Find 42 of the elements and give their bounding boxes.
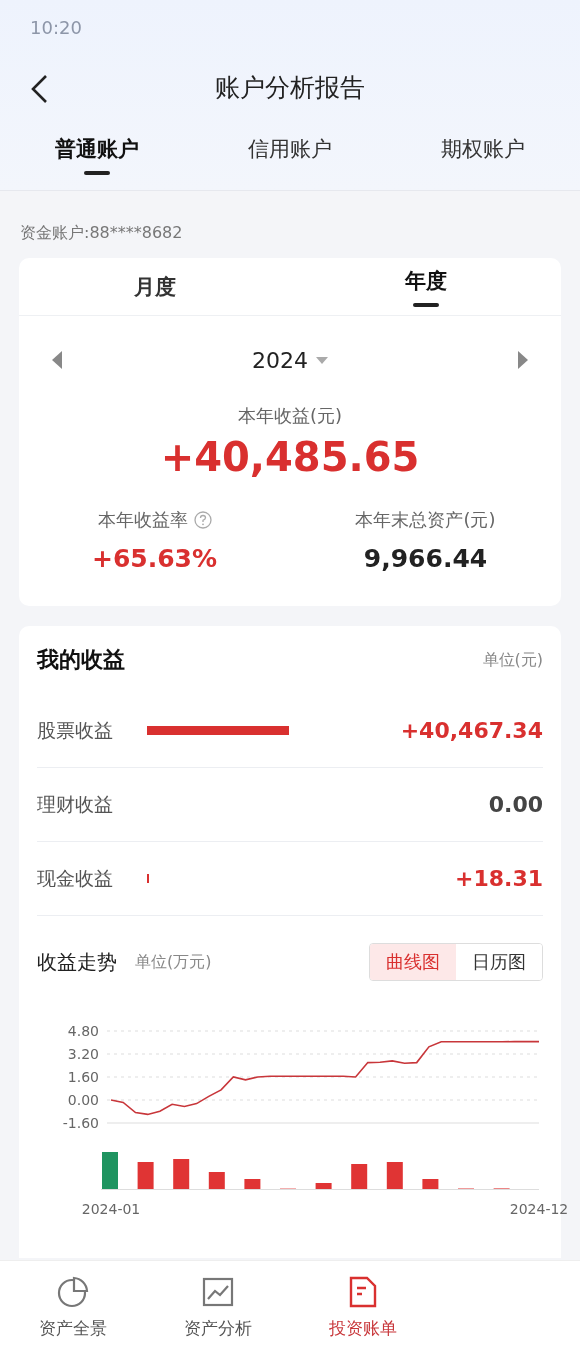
axis-tick-label: 0.00 (67, 1092, 99, 1108)
income-value: +40,485.65 (159, 434, 421, 480)
axis-tick-label: 3.20 (67, 1046, 99, 1062)
year-selector[interactable]: 2024 (252, 347, 328, 373)
income-amount: +40,467.34 (400, 718, 543, 743)
assets-value: 9,966.44 (363, 544, 488, 573)
nav-tab[interactable]: 资产分析 (145, 1261, 290, 1353)
axis-tick-label: 2024-12 (509, 1201, 569, 1217)
income-label: 本年收益(元) (236, 404, 343, 428)
page-title: 账户分析报告 (215, 72, 365, 104)
pie-chart-icon (55, 1275, 90, 1309)
view-toggle[interactable]: 曲线图 (370, 944, 456, 980)
income-amount: 0.00 (488, 792, 543, 817)
previous-icon[interactable] (51, 351, 63, 369)
rate-value: +65.63% (91, 544, 218, 573)
trend-title: 收益走势 (37, 948, 117, 976)
axis-tick-label: 1.60 (67, 1069, 99, 1085)
line-chart-icon (200, 1275, 235, 1309)
section-title: 我的收益 (37, 646, 125, 674)
nav-tab[interactable]: 资产全景 (0, 1261, 145, 1353)
axis-tick-label: 4.80 (67, 1023, 99, 1039)
assets-label: 本年末总资产(元) (355, 508, 496, 532)
status-time: 10:20 (30, 17, 82, 38)
period-tab[interactable]: 月度 (19, 258, 290, 315)
next-icon[interactable] (517, 351, 529, 369)
income-amount: +18.31 (454, 866, 543, 891)
rate-label: 本年收益率 (97, 508, 188, 532)
income-type-label: 现金收益 (37, 865, 114, 891)
income-type-label: 理财收益 (37, 791, 114, 817)
help-icon[interactable] (193, 511, 212, 529)
nav-tab[interactable]: 投资账单 (290, 1261, 435, 1353)
account-tab[interactable]: 普通账户 (0, 120, 194, 190)
income-type-label: 股票收益 (37, 717, 114, 743)
period-tab[interactable]: 年度 (290, 258, 561, 315)
unit-label: 单位(万元) (135, 951, 212, 973)
caret-icon (316, 356, 328, 364)
account-tab[interactable]: 期权账户 (386, 120, 580, 190)
account-tab[interactable]: 信用账户 (193, 120, 387, 190)
axis-tick-label: -1.60 (62, 1115, 99, 1131)
axis-tick-label: 2024-01 (81, 1201, 141, 1217)
account-number: 资金账户:88****8682 (0, 191, 580, 258)
unit-label: 单位(元) (482, 649, 543, 671)
